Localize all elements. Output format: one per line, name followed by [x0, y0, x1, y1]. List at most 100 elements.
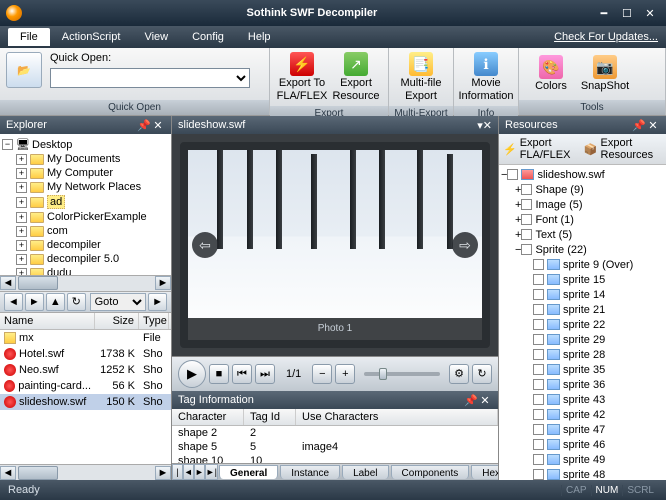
tab-label[interactable]: Label [342, 465, 388, 479]
file-row[interactable]: slideshow.swf150 KSho [0, 394, 171, 410]
settings-button[interactable]: ⚙ [449, 364, 469, 384]
taginfo-row[interactable]: shape 1010 [172, 454, 498, 463]
export-fla-button[interactable]: ⚡Export To FLA/FLEX [276, 50, 328, 104]
res-item[interactable]: sprite 14 [501, 287, 664, 302]
tab-first-button[interactable]: |◄ [172, 464, 183, 480]
tree-node[interactable]: +com [2, 224, 169, 238]
maximize-button[interactable]: ☐ [617, 7, 637, 20]
res-root[interactable]: −slideshow.swf [501, 167, 664, 182]
res-item[interactable]: sprite 29 [501, 332, 664, 347]
tab-instance[interactable]: Instance [280, 465, 340, 479]
nav-up-button[interactable]: ▲ [46, 293, 65, 311]
file-row[interactable]: mxFile [0, 330, 171, 346]
menu-help[interactable]: Help [236, 28, 283, 46]
res-category[interactable]: +Image (5) [501, 197, 664, 212]
export-resource-button[interactable]: ↗Export Resource [330, 50, 382, 104]
res-category[interactable]: +Shape (9) [501, 182, 664, 197]
file-row[interactable]: Neo.swf1252 KSho [0, 362, 171, 378]
doc-tab[interactable]: slideshow.swf [178, 119, 245, 131]
taginfo-grid[interactable]: shape 22shape 55image4shape 1010 [172, 426, 498, 463]
goto-select[interactable]: Goto [90, 293, 146, 311]
col-usechars[interactable]: Use Characters [296, 409, 498, 425]
play-button[interactable]: ▶ [178, 360, 206, 388]
pin-icon[interactable]: 📌 [137, 119, 151, 132]
tree-node[interactable]: +decompiler [2, 238, 169, 252]
movie-info-button[interactable]: ℹMovie Information [460, 50, 512, 104]
res-category[interactable]: −Sprite (22) [501, 242, 664, 257]
taginfo-row[interactable]: shape 55image4 [172, 440, 498, 454]
res-item[interactable]: sprite 22 [501, 317, 664, 332]
zoom-in-button[interactable]: + [335, 364, 355, 384]
tree-root[interactable]: −🖥Desktop [2, 137, 169, 152]
refresh-button[interactable]: ↻ [67, 293, 86, 311]
close-button[interactable]: ✕ [640, 7, 660, 20]
res-item[interactable]: sprite 28 [501, 347, 664, 362]
tree-node[interactable]: +My Computer [2, 166, 169, 180]
explorer-tree[interactable]: −🖥Desktop+My Documents+My Computer+My Ne… [0, 134, 171, 275]
forward-button[interactable]: ⏭ [255, 364, 275, 384]
res-item[interactable]: sprite 49 [501, 452, 664, 467]
scroll-left-icon[interactable]: ◄ [0, 276, 16, 290]
nav-fwd-button[interactable]: ► [25, 293, 44, 311]
scroll-right-icon[interactable]: ► [155, 276, 171, 290]
tree-node[interactable]: +dudu [2, 266, 169, 275]
res-item[interactable]: sprite 48 [501, 467, 664, 480]
tab-components[interactable]: Components [391, 465, 470, 479]
tab-next-button[interactable]: ► [194, 464, 205, 480]
tree-node[interactable]: +My Network Places [2, 180, 169, 194]
tab-prev-button[interactable]: ◄ [183, 464, 194, 480]
next-photo-button[interactable]: ⇨ [452, 232, 478, 258]
tree-node[interactable]: +decompiler 5.0 [2, 252, 169, 266]
tree-node[interactable]: +ColorPickerExample [2, 210, 169, 224]
export-fla-link[interactable]: ⚡Export FLA/FLEX [503, 137, 580, 161]
tab-general[interactable]: General [219, 465, 278, 479]
res-item[interactable]: sprite 43 [501, 392, 664, 407]
resources-pin-icon[interactable]: 📌 [632, 119, 646, 132]
nav-go-button[interactable]: ► [148, 293, 167, 311]
col-tagid[interactable]: Tag Id [244, 409, 296, 425]
seek-slider[interactable] [364, 372, 440, 376]
check-updates-link[interactable]: Check For Updates... [554, 31, 658, 43]
nav-back-button[interactable]: ◄ [4, 293, 23, 311]
file-list[interactable]: mxFileHotel.swf1738 KShoNeo.swf1252 KSho… [0, 330, 171, 465]
snapshot-button[interactable]: 📷SnapShot [579, 53, 631, 95]
col-name[interactable]: Name [0, 313, 95, 329]
col-size[interactable]: Size [95, 313, 139, 329]
menu-view[interactable]: View [132, 28, 180, 46]
seek-knob[interactable] [379, 368, 387, 380]
res-item[interactable]: sprite 46 [501, 437, 664, 452]
colors-button[interactable]: 🎨Colors [525, 53, 577, 95]
taginfo-pin-icon[interactable]: 📌 [464, 394, 478, 407]
res-item[interactable]: sprite 21 [501, 302, 664, 317]
panel-close-icon[interactable]: ✕ [151, 119, 165, 132]
filelist-hscroll[interactable]: ◄► [0, 464, 171, 480]
res-item[interactable]: sprite 9 (Over) [501, 257, 664, 272]
taginfo-close-icon[interactable]: ✕ [478, 394, 492, 407]
loop-button[interactable]: ↻ [472, 364, 492, 384]
file-row[interactable]: Hotel.swf1738 KSho [0, 346, 171, 362]
res-item[interactable]: sprite 15 [501, 272, 664, 287]
quick-open-select[interactable] [50, 68, 250, 88]
col-type[interactable]: Type [139, 313, 169, 329]
res-category[interactable]: +Font (1) [501, 212, 664, 227]
rewind-button[interactable]: ⏮ [232, 364, 252, 384]
scroll-thumb[interactable] [18, 276, 58, 290]
taginfo-row[interactable]: shape 22 [172, 426, 498, 440]
export-resources-link[interactable]: 📦Export Resources [584, 137, 662, 161]
menu-file[interactable]: File [8, 28, 50, 46]
minimize-button[interactable]: ━ [594, 7, 614, 20]
res-item[interactable]: sprite 42 [501, 407, 664, 422]
doc-close-icon[interactable]: ✕ [483, 119, 492, 132]
file-row[interactable]: painting-card...56 KSho [0, 378, 171, 394]
resources-close-icon[interactable]: ✕ [646, 119, 660, 132]
menu-config[interactable]: Config [180, 28, 236, 46]
col-character[interactable]: Character [172, 409, 244, 425]
tree-node[interactable]: +ad [2, 194, 169, 210]
zoom-out-button[interactable]: − [312, 364, 332, 384]
resources-tree[interactable]: −slideshow.swf+Shape (9)+Image (5)+Font … [499, 165, 666, 480]
stop-button[interactable]: ■ [209, 364, 229, 384]
res-category[interactable]: +Text (5) [501, 227, 664, 242]
quick-open-icon[interactable]: 📂 [6, 52, 42, 88]
res-item[interactable]: sprite 35 [501, 362, 664, 377]
multifile-export-button[interactable]: 📑Multi-file Export [395, 50, 447, 104]
